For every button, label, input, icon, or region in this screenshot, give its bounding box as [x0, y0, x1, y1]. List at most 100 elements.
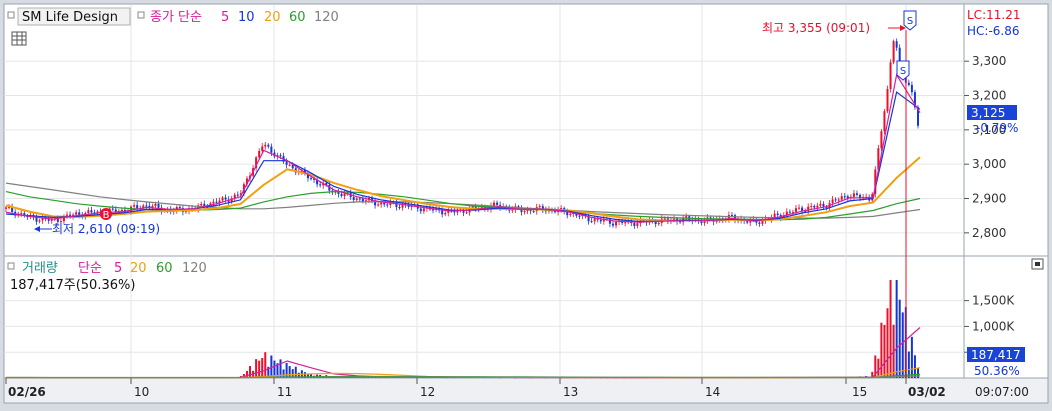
- candle-body: [569, 213, 572, 216]
- lc-label: LC:11.21: [967, 8, 1020, 22]
- stock-title: SM Life Design: [22, 10, 118, 25]
- candle-body: [5, 207, 7, 209]
- candle-body: [358, 198, 361, 200]
- buy-signal-text: B: [103, 210, 110, 221]
- volume-bar: [877, 358, 880, 378]
- candle-body: [310, 178, 313, 180]
- chart-canvas[interactable]: 2,8002,9003,0003,1003,2003,300 500,0001,…: [0, 0, 1052, 407]
- min-price-label: 최저 2,610 (09:19): [52, 222, 160, 236]
- ma60-label: 60: [289, 10, 306, 25]
- max-price-label: 최고 3,355 (09:01): [762, 21, 870, 35]
- candle-body: [798, 207, 801, 209]
- volume-bar: [883, 324, 886, 378]
- candle-body: [886, 89, 889, 112]
- candle-body: [261, 146, 264, 151]
- volume-bar: [898, 299, 901, 378]
- grid-icon[interactable]: [11, 31, 27, 46]
- candle-body: [319, 184, 322, 186]
- candle-body: [215, 201, 218, 203]
- candle-body: [776, 213, 779, 215]
- volume-bar: [288, 366, 291, 378]
- collapse-icon[interactable]: [1031, 258, 1044, 270]
- candle-body: [880, 131, 883, 149]
- candle-body: [432, 209, 435, 211]
- candle-body: [264, 144, 267, 147]
- candle-body: [288, 164, 291, 166]
- candle-body: [471, 206, 474, 208]
- candle-body: [136, 205, 139, 209]
- candle-body: [883, 111, 886, 132]
- candle-body: [843, 196, 846, 198]
- candle-body: [624, 222, 627, 224]
- price-tick-label: 3,200: [972, 89, 1006, 103]
- candle-body: [75, 212, 78, 215]
- candle-body: [532, 211, 535, 213]
- time-label: 09:07:00: [975, 385, 1029, 399]
- candle-body: [200, 203, 203, 206]
- price-tick-label: 2,900: [972, 192, 1006, 206]
- candle-body: [444, 212, 447, 215]
- candle-body: [663, 218, 666, 220]
- candle-body: [441, 210, 444, 215]
- candle-body: [380, 202, 383, 205]
- candle-body: [496, 202, 499, 205]
- sell-signal-marker-2[interactable]: S: [896, 60, 910, 81]
- candle-body: [773, 213, 776, 218]
- candle-body: [355, 198, 358, 200]
- candle-body: [221, 197, 224, 201]
- candle-body: [111, 208, 114, 210]
- candle-body: [78, 212, 81, 215]
- candle-body: [386, 204, 389, 206]
- candle-body: [383, 202, 386, 205]
- volume-bar: [285, 362, 288, 378]
- sell-signal-marker[interactable]: S: [903, 10, 917, 31]
- volume-bar: [880, 322, 883, 378]
- candle-body: [895, 41, 898, 48]
- hc-label: HC:-6.86: [967, 24, 1020, 38]
- candle-body: [615, 222, 618, 226]
- current-volume-pct: 50.36%: [974, 364, 1020, 378]
- candle-body: [599, 219, 602, 222]
- stock-chart-window: 2,8002,9003,0003,1003,2003,300 500,0001,…: [0, 0, 1052, 407]
- current-price: 3,125: [971, 106, 1005, 120]
- candle-body: [730, 214, 733, 216]
- candle-body: [285, 161, 288, 165]
- candle-body: [419, 208, 422, 212]
- candle-body: [855, 193, 858, 195]
- candle-body: [258, 150, 261, 158]
- current-change: -0.79%: [976, 121, 1018, 135]
- time-tick-label: 02/26: [8, 385, 46, 399]
- candle-body: [794, 208, 797, 212]
- volume-bar: [264, 352, 267, 378]
- candle-body: [145, 205, 148, 207]
- candle-body: [377, 204, 380, 206]
- time-tick-label: 11: [277, 385, 292, 399]
- candle-body: [840, 196, 843, 200]
- current-volume: 187,417: [971, 348, 1021, 362]
- candle-body: [523, 211, 526, 213]
- sell-signal-text-2: S: [900, 66, 906, 77]
- volume-bar: [889, 280, 892, 378]
- candle-body: [810, 205, 813, 207]
- candle-body: [788, 211, 791, 213]
- candle-body: [758, 222, 761, 224]
- candle-body: [816, 205, 819, 208]
- candle-body: [907, 82, 910, 85]
- volume-bar: [901, 312, 904, 378]
- ma10-label: 10: [238, 10, 255, 25]
- ma20-label: 20: [264, 10, 281, 25]
- time-tick-label: 13: [563, 385, 578, 399]
- ma5-label: 5: [221, 10, 229, 25]
- candle-body: [892, 41, 895, 63]
- time-axis-area: [3, 377, 1049, 404]
- vma5-label: 5: [114, 261, 122, 276]
- volume-bar: [886, 308, 889, 378]
- volume-plot-area[interactable]: [3, 255, 965, 379]
- candle-body: [340, 194, 343, 197]
- volume-text: 187,417주(50.36%): [10, 278, 135, 293]
- candle-body: [236, 194, 239, 196]
- candle-body: [633, 222, 636, 226]
- candle-body: [822, 203, 825, 207]
- candle-body: [834, 199, 837, 201]
- candle-body: [120, 209, 123, 212]
